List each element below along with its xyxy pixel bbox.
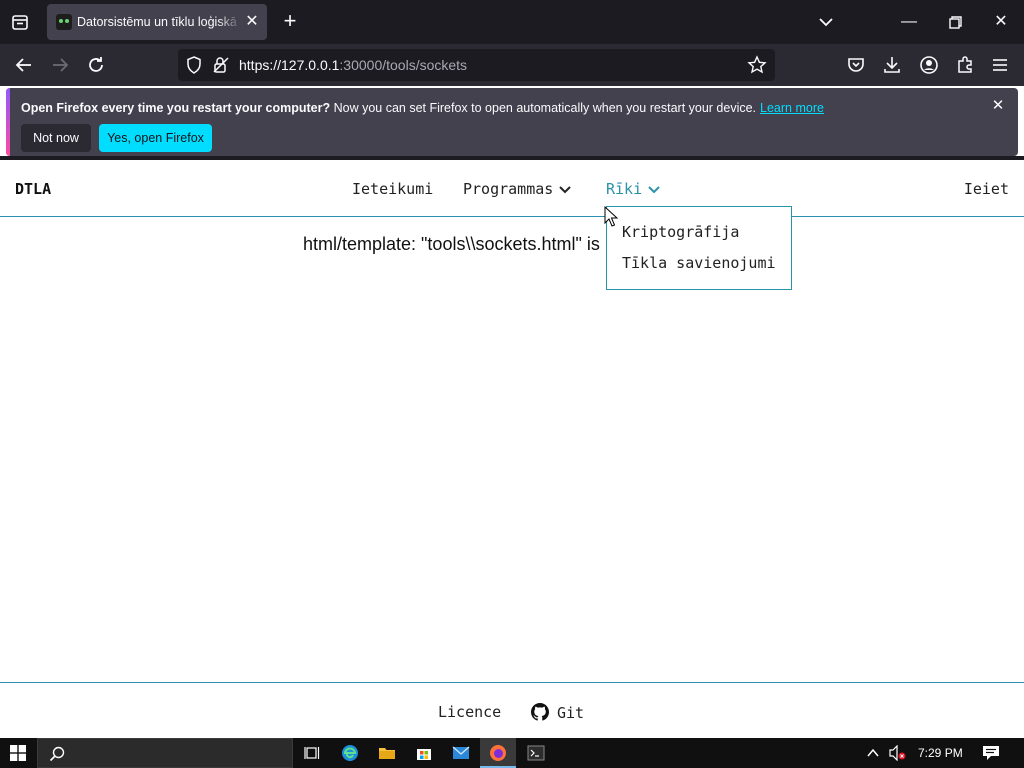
windows-taskbar: 7:29 PM [0, 738, 1024, 768]
reload-icon[interactable] [84, 53, 108, 77]
open-firefox-button[interactable]: Yes, open Firefox [99, 124, 212, 152]
nav-programs-label: Programmas [463, 180, 554, 198]
dropdown-item-cryptography[interactable]: Kriptogrāfija [622, 223, 739, 241]
restore-window-icon[interactable] [943, 10, 967, 34]
search-icon [49, 746, 65, 762]
tools-dropdown-menu: Kriptogrāfija Tīkla savienojumi [606, 206, 792, 290]
nav-tools[interactable]: Rīki [606, 180, 660, 198]
shield-icon[interactable] [184, 55, 204, 75]
nav-programs[interactable]: Programmas [463, 180, 572, 198]
close-tab-icon[interactable]: ✕ [243, 13, 261, 31]
taskbar-search-box[interactable] [37, 738, 293, 768]
mouse-cursor-icon [604, 206, 618, 227]
terminal-glyph-icon [527, 745, 545, 761]
close-window-icon[interactable]: ✕ [989, 10, 1013, 34]
task-view-icon[interactable] [294, 738, 330, 768]
terminal-icon[interactable] [518, 738, 554, 768]
notification-title: Open Firefox every time you restart your… [21, 101, 331, 115]
learn-more-link[interactable]: Learn more [760, 101, 824, 115]
close-notification-icon[interactable]: ✕ [990, 98, 1006, 114]
url-path: :30000/tools/sockets [339, 57, 468, 73]
windows-start-icon[interactable] [10, 745, 26, 761]
bookmark-star-icon[interactable] [747, 55, 767, 75]
insecure-lock-icon[interactable] [211, 55, 231, 75]
store-icon[interactable] [406, 738, 442, 768]
tab-list-icon[interactable] [8, 10, 32, 34]
mail-glyph-icon [452, 746, 470, 759]
default-browser-notification: Open Firefox every time you restart your… [6, 88, 1018, 156]
notification-body: Now you can set Firefox to open automati… [330, 101, 757, 115]
dropdown-item-network-connections[interactable]: Tīkla savienojumi [622, 254, 776, 272]
minimize-window-icon[interactable]: — [897, 10, 921, 34]
site-brand[interactable]: DTLA [15, 180, 51, 198]
pocket-icon[interactable] [844, 53, 868, 77]
chevron-down-icon [559, 185, 572, 193]
file-explorer-icon[interactable] [369, 738, 405, 768]
nav-recommendations[interactable]: Ieteikumi [352, 180, 433, 198]
firefox-taskbar-icon[interactable] [480, 738, 516, 768]
tab-title: Datorsistēmu un tīklu loģiskā a [77, 15, 242, 29]
license-link[interactable]: Licence [438, 703, 501, 721]
store-glyph-icon [417, 749, 431, 760]
url-text: https://127.0.0.1:30000/tools/sockets [239, 57, 467, 73]
not-now-button[interactable]: Not now [21, 124, 91, 152]
nav-tools-label: Rīki [606, 180, 643, 198]
chevron-up-icon[interactable] [866, 746, 880, 760]
back-arrow-icon[interactable] [12, 53, 36, 77]
address-bar[interactable]: https://127.0.0.1:30000/tools/sockets [178, 49, 775, 81]
firefox-glyph-icon [490, 745, 506, 761]
chevron-down-icon [648, 185, 660, 193]
active-tab[interactable]: Datorsistēmu un tīklu loģiskā a ✕ [47, 4, 267, 40]
site-favicon-icon [56, 14, 72, 30]
site-header: DTLA Ieteikumi Programmas Rīki Ieiet [0, 160, 1024, 217]
task-view-glyph-icon [304, 747, 320, 759]
browser-toolbar: https://127.0.0.1:30000/tools/sockets [0, 44, 1024, 86]
account-icon[interactable] [917, 53, 941, 77]
git-link-label: Git [557, 704, 585, 722]
notification-message: Open Firefox every time you restart your… [21, 101, 824, 115]
extensions-icon[interactable] [953, 53, 977, 77]
mail-icon[interactable] [443, 738, 479, 768]
edge-icon[interactable] [332, 738, 368, 768]
new-tab-icon[interactable]: + [279, 10, 301, 33]
chevron-down-icon[interactable] [816, 12, 836, 32]
login-link[interactable]: Ieiet [964, 180, 1009, 198]
taskbar-clock[interactable]: 7:29 PM [918, 746, 963, 760]
site-footer: Licence Git [0, 682, 1024, 738]
folder-icon [379, 748, 395, 759]
volume-muted-icon[interactable] [889, 745, 907, 761]
hamburger-menu-icon[interactable] [988, 53, 1012, 77]
forward-arrow-icon[interactable] [48, 53, 72, 77]
edge-glyph-icon [342, 745, 358, 761]
github-icon [531, 703, 549, 721]
url-host: https://127.0.0.1 [239, 57, 340, 73]
download-icon[interactable] [880, 53, 904, 77]
browser-tab-strip: Datorsistēmu un tīklu loģiskā a ✕ + — ✕ [0, 0, 1024, 44]
git-link[interactable]: Git [531, 703, 584, 722]
notifications-icon[interactable] [982, 745, 1000, 761]
